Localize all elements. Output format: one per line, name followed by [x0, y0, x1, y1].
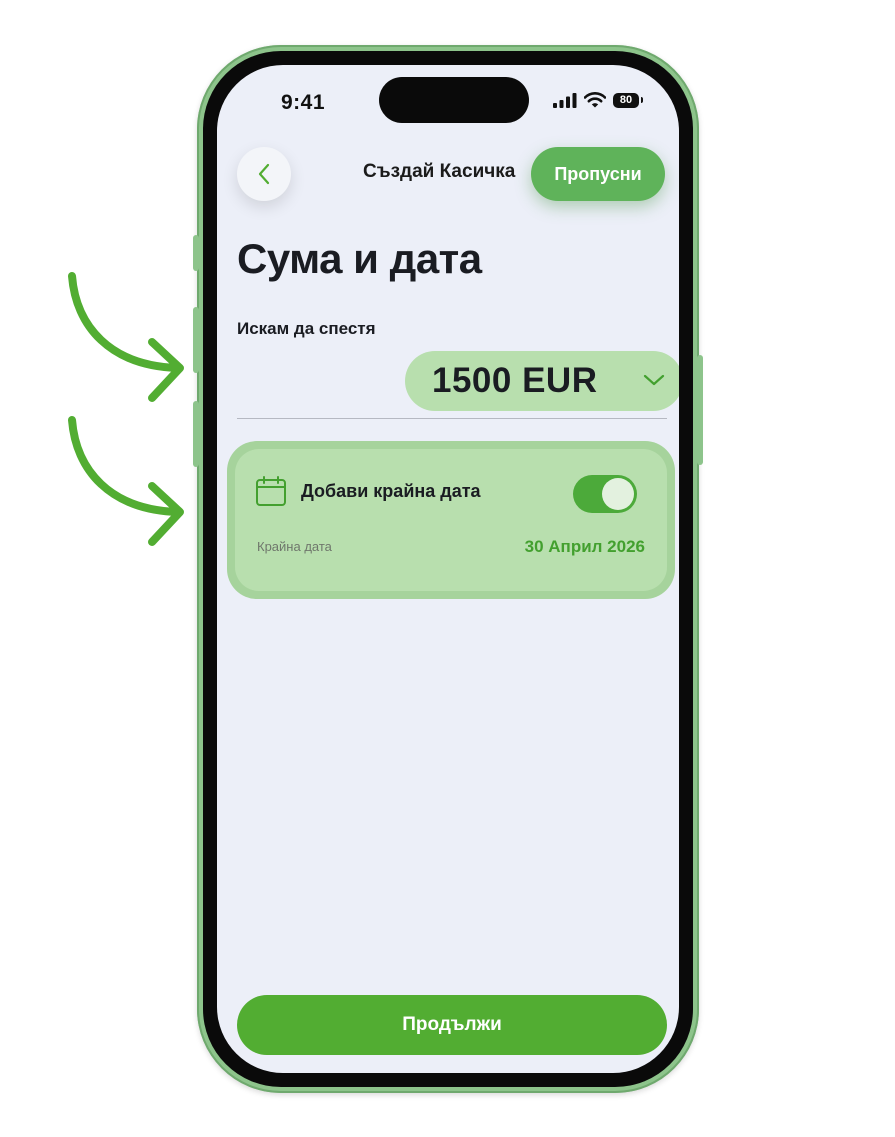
- dynamic-island: [379, 77, 529, 123]
- volume-up-button: [193, 307, 199, 373]
- annotation-arrow-amount: [68, 272, 184, 402]
- continue-button[interactable]: Продължи: [237, 995, 667, 1055]
- status-time: 9:41: [281, 91, 326, 114]
- chevron-left-icon: [258, 163, 270, 185]
- deadline-toggle[interactable]: [573, 475, 637, 513]
- battery-icon: 80: [613, 92, 639, 108]
- page-title: Сума и дата: [237, 235, 482, 282]
- deadline-title: Добави крайна дата: [301, 481, 481, 501]
- phone-frame: 9:41 80 Създай Касичка Пропусни Сума и д…: [193, 45, 703, 1093]
- screen: 9:41 80 Създай Касичка Пропусни Сума и д…: [217, 65, 679, 1073]
- annotation-arrow-deadline: [68, 416, 184, 546]
- nav-title: Създай Касичка: [363, 161, 516, 182]
- amount-divider: [237, 418, 667, 419]
- deadline-card-inner: Добави крайна дата Крайна дата 30 Април …: [235, 449, 667, 591]
- end-date-value[interactable]: 30 Април 2026: [525, 537, 645, 557]
- deadline-card: Добави крайна дата Крайна дата 30 Април …: [227, 441, 675, 599]
- end-date-label: Крайна дата: [257, 539, 332, 554]
- skip-button[interactable]: Пропусни: [531, 147, 665, 201]
- phone-bezel: 9:41 80 Създай Касичка Пропусни Сума и д…: [203, 51, 693, 1087]
- status-icons: 80: [553, 92, 643, 108]
- back-button[interactable]: [237, 147, 291, 201]
- power-button: [697, 355, 703, 465]
- amount-value: 1500 EUR: [432, 361, 598, 400]
- amount-selector[interactable]: 1500 EUR: [405, 351, 679, 411]
- wifi-icon: [584, 92, 606, 108]
- action-button: [193, 235, 199, 271]
- battery-tip: [641, 97, 643, 103]
- chevron-down-icon: [643, 374, 665, 386]
- toggle-knob: [602, 478, 634, 510]
- amount-label: Искам да спестя: [237, 319, 376, 338]
- calendar-icon: [256, 476, 286, 506]
- cellular-signal-icon: [553, 92, 577, 108]
- volume-down-button: [193, 401, 199, 467]
